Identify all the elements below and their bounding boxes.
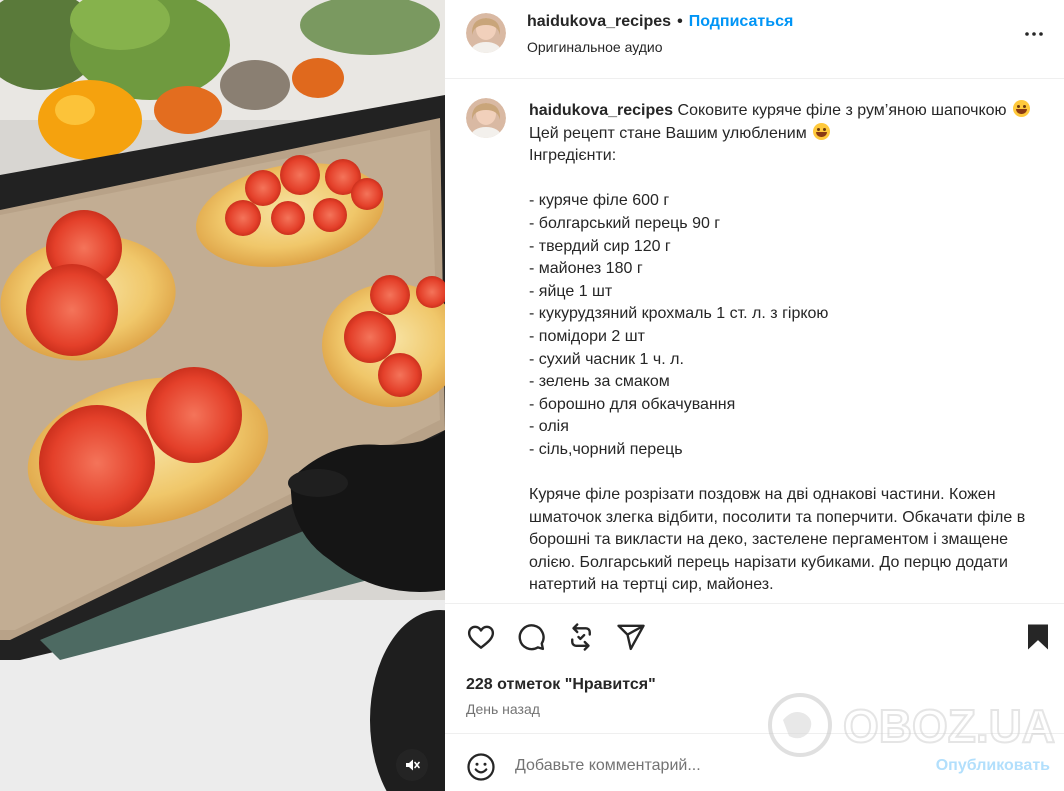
ingredient-list: - куряче філе 600 г - болгарський перець … [529, 190, 1049, 461]
mute-button[interactable] [396, 749, 428, 781]
share-icon [617, 624, 645, 651]
publish-button[interactable]: Опубликовать [936, 757, 1050, 775]
mute-icon [406, 759, 420, 771]
ingredient-item: - помідори 2 шт [529, 327, 645, 345]
caption-avatar[interactable] [466, 98, 506, 138]
comment-input[interactable] [515, 753, 925, 779]
caption-title-line: haidukova_recipes Соковите куряче філе з… [529, 100, 1049, 123]
save-button[interactable] [1023, 622, 1053, 652]
ingredient-item: - борошно для обкачування [529, 395, 736, 413]
likes-count[interactable]: 228 отметок "Нравится" [466, 676, 656, 694]
ingredient-item: - олія [529, 418, 569, 436]
caption-intro: Цей рецепт стане Вашим улюбленим [529, 124, 807, 142]
repost-icon [571, 623, 591, 651]
caption-text: haidukova_recipes Соковите куряче філе з… [529, 100, 1049, 597]
comment-icon [518, 624, 545, 651]
emoji-icon [467, 753, 495, 781]
ingredient-item: - кукурудзяний крохмаль 1 ст. л. з гірко… [529, 305, 829, 323]
ingredient-item: - сухий часник 1 ч. л. [529, 350, 684, 368]
avatar[interactable] [466, 13, 506, 53]
header-user-line: haidukova_recipes • Подписаться [527, 13, 793, 31]
more-options-icon [1025, 32, 1043, 36]
repost-button[interactable] [566, 622, 596, 652]
ingredient-item: - зелень за смаком [529, 373, 670, 391]
emoji-picker-button[interactable] [466, 752, 496, 782]
ingredients-heading: Інгредієнти: [529, 147, 617, 165]
caption-title: Соковите куряче філе з рум’яною шапочкою [677, 102, 1007, 119]
caption-area: haidukova_recipes Соковите куряче філе з… [445, 80, 1064, 603]
smile-emoji-icon [813, 122, 831, 140]
separator-dot: • [677, 13, 683, 30]
method-text: Куряче філе розрізати поздовж на дві одн… [529, 486, 1026, 594]
ingredient-item: - твердий сир 120 г [529, 237, 671, 255]
audio-label[interactable]: Оригинальное аудио [527, 39, 663, 55]
ingredient-item: - сіль,чорний перець [529, 440, 683, 458]
more-options-button[interactable] [1022, 22, 1046, 46]
share-button[interactable] [616, 622, 646, 652]
post-header: haidukova_recipes • Подписаться Оригинальн… [445, 0, 1064, 79]
username-link[interactable]: haidukova_recipes [527, 13, 671, 30]
bookmark-icon [1028, 624, 1048, 650]
actions-bar: 228 отметок "Нравится" День назад [445, 603, 1064, 733]
heart-icon [467, 625, 495, 649]
caption-intro-line: Цей рецепт стане Вашим улюбленим [529, 122, 1049, 146]
ingredient-item: - болгарський перець 90 г [529, 214, 721, 232]
follow-button[interactable]: Подписаться [689, 13, 794, 30]
comment-button[interactable] [516, 622, 546, 652]
smile-emoji-icon [1012, 100, 1030, 117]
like-button[interactable] [466, 622, 496, 652]
comment-box: Опубликовать [445, 733, 1064, 791]
post-time[interactable]: День назад [466, 701, 540, 717]
post-media[interactable] [0, 0, 445, 791]
food-photo [0, 0, 445, 791]
ingredient-item: - куряче філе 600 г [529, 192, 670, 210]
post-details-panel: haidukova_recipes • Подписаться Оригинальн… [445, 0, 1064, 791]
caption-username[interactable]: haidukova_recipes [529, 102, 673, 119]
ingredient-item: - яйце 1 шт [529, 282, 613, 300]
ingredient-item: - майонез 180 г [529, 260, 643, 278]
